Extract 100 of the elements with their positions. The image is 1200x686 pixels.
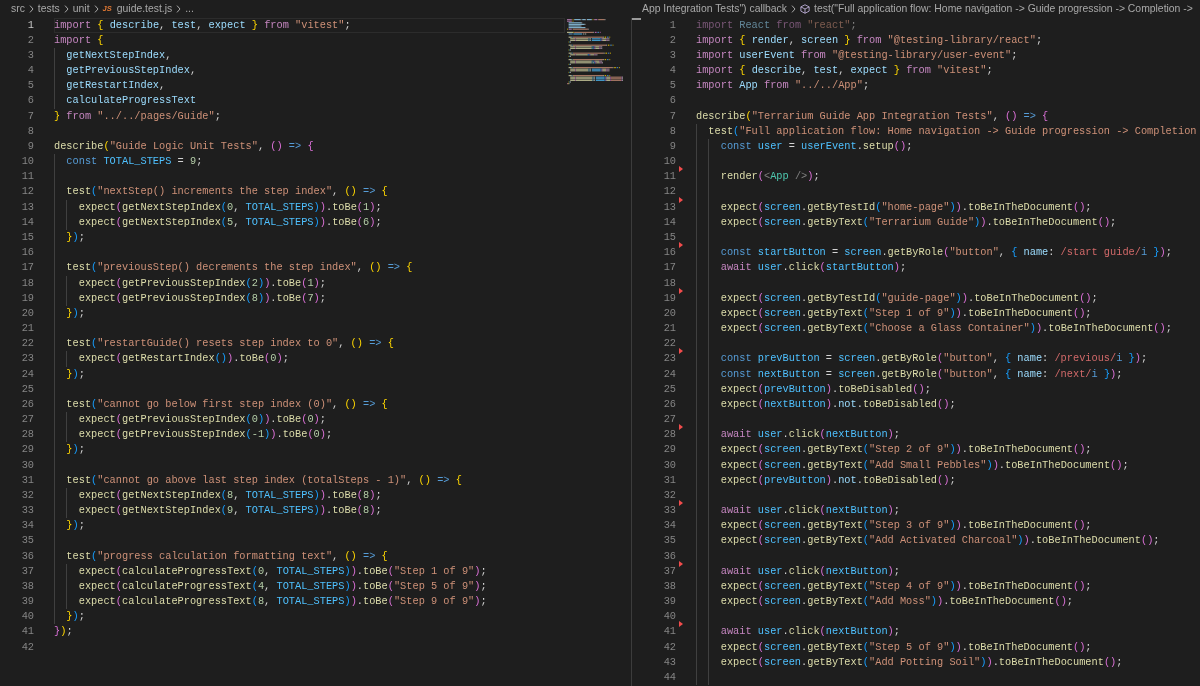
breadcrumb-item[interactable]: tests — [37, 3, 60, 15]
line-number: 23 — [21, 352, 34, 365]
line-number: 1 — [27, 18, 34, 31]
code-line: await user.click(nextButton); — [720, 625, 900, 638]
line-number: 42 — [21, 640, 34, 653]
line-number: 25 — [21, 382, 34, 395]
line-number: 17 — [663, 261, 676, 274]
line-number: 13 — [663, 200, 676, 213]
code-line: }); — [66, 519, 85, 532]
code-line: test("progress calculation formatting text", () => { — [66, 549, 388, 562]
line-number: 30 — [21, 458, 34, 471]
line-number: 9 — [27, 139, 34, 152]
line-number: 3 — [27, 48, 34, 61]
code-line: }); — [66, 231, 85, 243]
code-line: const user = userEvent.setup(); — [720, 139, 913, 152]
code-line: const startButton = screen.getByRole("button", { name: /start guide/i }); — [720, 246, 1172, 259]
cube-icon — [800, 3, 810, 14]
code-line: test("cannot go above last step index (totalSteps - 1)", () => { — [66, 473, 462, 486]
breadcrumb-item[interactable]: unit — [72, 3, 90, 15]
code-line: expect(screen.getByText("Add Small Pebbles")).toBeInTheDocument(); — [720, 458, 1129, 471]
code-line: await user.click(nextButton); — [720, 504, 900, 517]
code-line: expect(getNextStepIndex(9, TOTAL_STEPS)).toBe(8); — [78, 504, 382, 517]
line-number: 22 — [21, 337, 34, 350]
line-number: 3 — [669, 48, 676, 61]
line-number: 32 — [21, 488, 34, 501]
line-number: 35 — [663, 534, 676, 547]
code-line: expect(getRestartIndex()).toBe(0); — [78, 352, 289, 365]
code-line: expect(screen.getByTestId("home-page")).toBeInTheDocument(); — [720, 200, 1092, 213]
line-number: 37 — [21, 564, 34, 577]
line-number: 20 — [21, 306, 34, 319]
code-line: expect(calculateProgressText(0, TOTAL_STEPS)).toBe("Step 1 of 9"); — [78, 564, 487, 577]
code-line: expect(getPreviousStepIndex(8)).toBe(7); — [78, 291, 326, 304]
line-number: 40 — [663, 610, 676, 623]
breadcrumb-item[interactable]: src — [11, 3, 25, 15]
code-line: expect(screen.getByText("Step 1 of 9")).toBeInTheDocument(); — [720, 306, 1092, 319]
line-number: 41 — [663, 625, 676, 638]
line-number: 4 — [27, 64, 34, 77]
code-line: expect(prevButton).not.toBeDisabled(); — [720, 473, 956, 486]
line-number: 23 — [663, 352, 676, 365]
line-number: 39 — [663, 595, 676, 608]
code-line: expect(getPreviousStepIndex(2)).toBe(1); — [78, 276, 326, 289]
line-number: 10 — [663, 155, 676, 168]
line-number: 2 — [669, 33, 676, 46]
line-number: 41 — [21, 625, 34, 638]
line-number: 5 — [669, 79, 676, 92]
line-number: 33 — [21, 504, 34, 517]
breadcrumb-item[interactable]: ... — [185, 3, 194, 15]
code-line: }); — [54, 625, 73, 638]
line-number: 44 — [663, 671, 676, 683]
line-number: 29 — [663, 443, 676, 456]
breadcrumb-item[interactable]: test("Full application flow: Home navigation -> Guide progression -> Completion -> — [800, 3, 1193, 15]
chevron-right-icon — [28, 4, 34, 13]
line-number: 21 — [21, 322, 34, 335]
chevron-right-icon — [176, 4, 182, 13]
line-number: 39 — [21, 595, 34, 608]
line-number: 14 — [21, 215, 34, 228]
code-line: expect(screen.getByText("Choose a Glass Container")).toBeInTheDocument(); — [720, 322, 1172, 335]
line-number: 7 — [669, 109, 676, 122]
minimap[interactable] — [567, 18, 623, 86]
line-number: 22 — [663, 337, 676, 350]
code-line: const TOTAL_STEPS = 9; — [66, 155, 203, 168]
line-number: 9 — [669, 139, 676, 152]
code-line: render(<App />); — [720, 170, 820, 183]
line-number: 15 — [21, 231, 34, 243]
line-number: 38 — [21, 579, 34, 592]
code-line: test("previousStep() decrements the step index", () => { — [66, 261, 413, 274]
code-line: getRestartIndex, — [66, 79, 166, 92]
line-number: 12 — [21, 185, 34, 198]
code-line: getNextStepIndex, — [66, 48, 172, 61]
line-number: 40 — [21, 610, 34, 623]
line-number: 21 — [663, 322, 676, 335]
line-number: 35 — [21, 534, 34, 547]
code-line: const nextButton = screen.getByRole("button", { name: /next/i }); — [720, 367, 1123, 380]
code-line: }); — [66, 443, 85, 456]
code-line: }); — [66, 367, 85, 380]
line-number: 28 — [21, 428, 34, 441]
code-line: import App from "../../App"; — [696, 79, 870, 92]
line-number: 43 — [663, 655, 676, 668]
line-number: 17 — [21, 261, 34, 274]
line-number: 5 — [27, 79, 34, 92]
line-number: 20 — [663, 306, 676, 319]
line-number: 8 — [27, 124, 34, 137]
line-number: 4 — [669, 64, 676, 77]
line-number: 33 — [663, 504, 676, 517]
line-number: 36 — [663, 549, 676, 562]
line-number: 24 — [663, 367, 676, 380]
line-number: 31 — [21, 473, 34, 486]
code-line: expect(getPreviousStepIndex(0)).toBe(0); — [78, 413, 326, 426]
vertical-scrollbar[interactable] — [631, 17, 641, 686]
line-number: 1 — [669, 18, 676, 31]
code-line: expect(screen.getByText("Terrarium Guide")).toBeInTheDocument(); — [720, 215, 1117, 228]
breadcrumb-item[interactable]: App Integration Tests") callback — [642, 3, 787, 15]
code-line: expect(screen.getByTestId("guide-page")).toBeInTheDocument(); — [720, 291, 1098, 304]
line-number: 12 — [663, 185, 676, 198]
line-number: 8 — [669, 124, 676, 137]
code-line: expect(getNextStepIndex(0, TOTAL_STEPS)).toBe(1); — [78, 200, 382, 213]
code-line: expect(calculateProgressText(8, TOTAL_STEPS)).toBe("Step 9 of 9"); — [78, 595, 487, 608]
line-number: 32 — [663, 488, 676, 501]
line-number: 37 — [663, 564, 676, 577]
code-line: calculateProgressText — [66, 94, 197, 107]
